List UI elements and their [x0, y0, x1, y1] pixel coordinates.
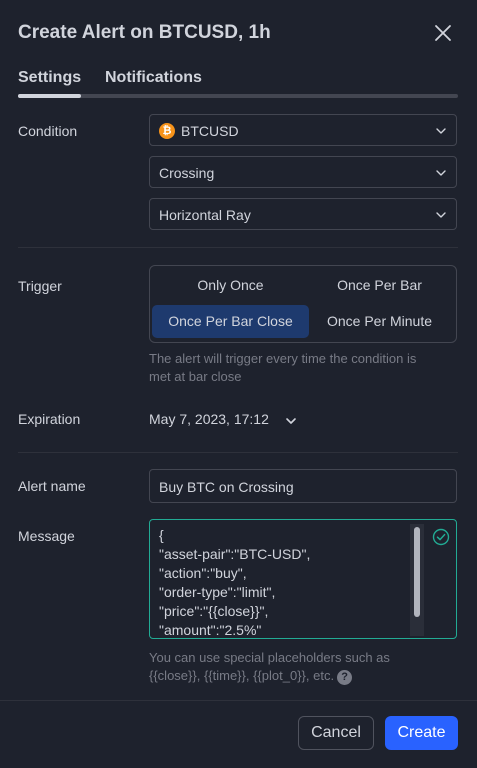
- trigger-options: Only Once Once Per Bar Once Per Bar Clos…: [149, 265, 457, 343]
- message-label: Message: [18, 528, 75, 544]
- message-line: "order-type":"limit",: [159, 584, 276, 600]
- tab-notifications[interactable]: Notifications: [105, 69, 202, 87]
- message-hint-line2: {{close}}, {{time}}, {{plot_0}}, etc.: [149, 668, 335, 683]
- message-content: { "asset-pair":"BTC-USD", "action":"buy"…: [159, 526, 311, 638]
- message-line: "amount":"2.5%": [159, 622, 262, 638]
- trigger-option-once-per-bar-close[interactable]: Once Per Bar Close: [152, 305, 309, 338]
- footer-divider: [0, 700, 477, 701]
- condition-operator-value: Crossing: [159, 165, 215, 181]
- message-textarea[interactable]: { "asset-pair":"BTC-USD", "action":"buy"…: [149, 519, 457, 639]
- chevron-down-icon[interactable]: [285, 415, 297, 427]
- alert-name-value: Buy BTC on Crossing: [159, 479, 294, 495]
- condition-operator-select[interactable]: Crossing: [149, 156, 457, 188]
- condition-target-value: Horizontal Ray: [159, 207, 251, 223]
- message-hint-line1: You can use special placeholders such as: [149, 650, 390, 665]
- tab-settings[interactable]: Settings: [18, 69, 81, 87]
- trigger-hint: The alert will trigger every time the co…: [149, 350, 416, 386]
- section-divider: [18, 247, 458, 248]
- section-divider: [18, 452, 458, 453]
- condition-target-select[interactable]: Horizontal Ray: [149, 198, 457, 230]
- message-line: "price":"{{close}}",: [159, 603, 269, 619]
- trigger-hint-line2: met at bar close: [149, 369, 242, 384]
- symbol-select-value: BTCUSD: [181, 123, 239, 139]
- expiration-label: Expiration: [18, 411, 81, 427]
- chevron-down-icon: [436, 170, 446, 176]
- trigger-option-once-per-bar[interactable]: Once Per Bar: [301, 269, 458, 302]
- chevron-down-icon: [436, 128, 446, 134]
- alert-name-input[interactable]: Buy BTC on Crossing: [149, 469, 457, 503]
- check-circle-icon: [432, 528, 450, 546]
- message-line: "action":"buy",: [159, 565, 247, 581]
- cancel-button[interactable]: Cancel: [298, 716, 374, 750]
- close-icon[interactable]: [431, 21, 455, 45]
- trigger-label: Trigger: [18, 278, 62, 294]
- chevron-down-icon: [436, 212, 446, 218]
- create-button[interactable]: Create: [385, 716, 458, 750]
- symbol-select[interactable]: ₿ BTCUSD: [149, 114, 457, 146]
- tab-bar: Settings Notifications: [18, 67, 458, 99]
- message-hint: You can use special placeholders such as…: [149, 649, 390, 685]
- condition-label: Condition: [18, 123, 78, 139]
- trigger-option-only-once[interactable]: Only Once: [152, 269, 309, 302]
- trigger-option-once-per-minute[interactable]: Once Per Minute: [301, 305, 458, 338]
- dialog-title: Create Alert on BTCUSD, 1h: [18, 22, 271, 43]
- bitcoin-icon: ₿: [159, 123, 175, 139]
- tab-track: [18, 94, 458, 98]
- message-scrollbar-thumb[interactable]: [414, 527, 420, 617]
- help-icon[interactable]: ?: [337, 670, 353, 685]
- trigger-hint-line1: The alert will trigger every time the co…: [149, 351, 417, 366]
- message-line: "asset-pair":"BTC-USD",: [159, 546, 311, 562]
- message-line: {: [159, 527, 164, 543]
- message-hint-line2-row: {{close}}, {{time}}, {{plot_0}}, etc.?: [149, 667, 390, 685]
- tab-active-indicator: [18, 94, 81, 98]
- create-alert-dialog: Create Alert on BTCUSD, 1h Settings Noti…: [0, 0, 477, 768]
- alert-name-label: Alert name: [18, 478, 86, 494]
- expiration-value[interactable]: May 7, 2023, 17:12: [149, 411, 269, 427]
